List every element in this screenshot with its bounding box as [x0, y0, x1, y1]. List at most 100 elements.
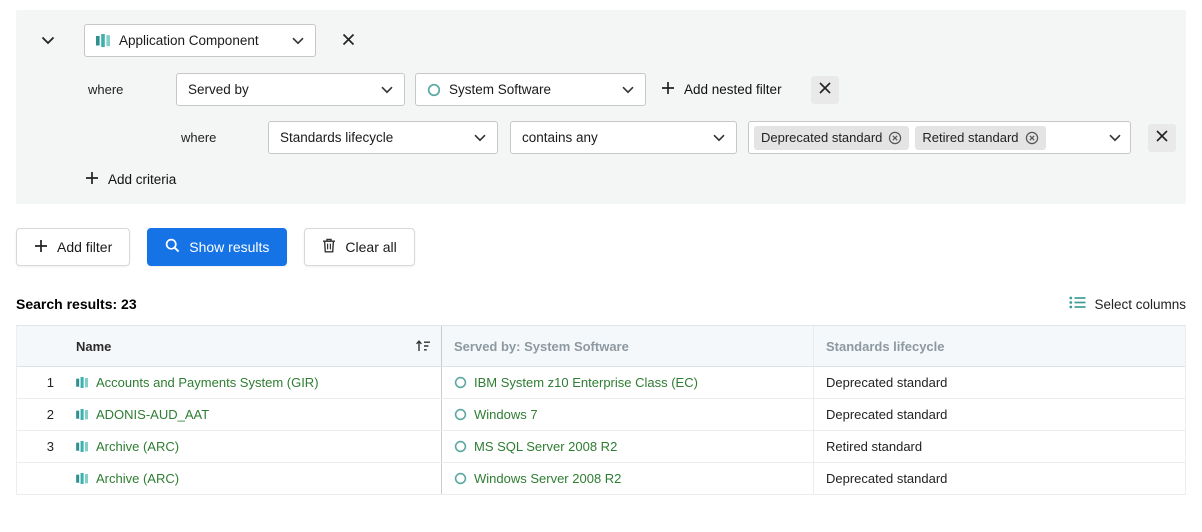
system-software-icon — [427, 83, 441, 97]
add-criteria-button[interactable]: Add criteria — [85, 171, 176, 188]
criteria-field-value: Standards lifecycle — [280, 130, 464, 145]
criteria-row: where Standards lifecycle contains any D… — [16, 121, 1186, 154]
add-filter-label: Add filter — [57, 239, 112, 255]
selected-value-chip[interactable]: Retired standard — [915, 126, 1045, 150]
served-by-link[interactable]: Windows Server 2008 R2 — [454, 471, 621, 486]
chevron-down-icon — [474, 130, 486, 145]
results-table: Name Served by: System Software Standard… — [16, 325, 1186, 495]
served-by-link[interactable]: IBM System z10 Enterprise Class (EC) — [454, 375, 698, 390]
name-link[interactable]: Archive (ARC) — [76, 471, 179, 486]
close-icon — [819, 82, 831, 97]
servedby-link-label: MS SQL Server 2008 R2 — [474, 439, 617, 454]
name-link[interactable]: ADONIS-AUD_AAT — [76, 407, 209, 422]
object-type-select[interactable]: Application Component — [84, 24, 316, 57]
actions-toolbar: Add filter Show results Clear all — [16, 228, 1186, 266]
table-row[interactable]: 3 Archive (ARC) MS SQL Server 2008 R2 — [17, 431, 1185, 463]
show-results-button[interactable]: Show results — [147, 228, 287, 266]
close-icon — [342, 33, 355, 49]
table-row[interactable]: 2 ADONIS-AUD_AAT Windows 7 — [17, 399, 1185, 431]
application-component-icon — [76, 377, 89, 388]
row-number: 2 — [17, 399, 65, 430]
lifecycle-value: Retired standard — [826, 439, 922, 454]
relation-field-value: Served by — [188, 82, 371, 97]
chip-label: Retired standard — [922, 130, 1018, 145]
table-row[interactable]: 1 Accounts and Payments System (GIR) IBM — [17, 367, 1185, 399]
chevron-down-icon — [381, 82, 393, 97]
remove-criteria-button[interactable] — [1148, 124, 1176, 152]
lifecycle-value: Deprecated standard — [826, 471, 947, 486]
chip-label: Deprecated standard — [761, 130, 882, 145]
results-table-body: 1 Accounts and Payments System (GIR) IBM — [17, 367, 1185, 495]
remove-type-filter-button[interactable] — [336, 29, 360, 53]
header-served-by[interactable]: Served by: System Software — [441, 326, 813, 366]
application-component-icon — [76, 409, 89, 420]
chevron-down-icon — [713, 130, 725, 145]
system-software-icon — [454, 440, 467, 453]
table-header-row: Name Served by: System Software Standard… — [17, 326, 1185, 367]
add-nested-filter-label: Add nested filter — [684, 82, 782, 97]
where-label: where — [181, 130, 221, 145]
relation-target-value: System Software — [449, 82, 612, 97]
relation-field-select[interactable]: Served by — [176, 73, 405, 106]
criteria-values-multiselect[interactable]: Deprecated standard Retired standard — [748, 121, 1131, 154]
columns-list-icon — [1069, 296, 1086, 312]
chips-list: Deprecated standard Retired standard — [754, 126, 1109, 150]
where-label: where — [88, 82, 128, 97]
chip-remove-icon[interactable] — [888, 131, 902, 145]
clear-all-label: Clear all — [345, 239, 396, 255]
row-number: 3 — [17, 431, 65, 462]
header-name[interactable]: Name — [65, 326, 441, 366]
sort-ascending-icon[interactable] — [413, 339, 433, 353]
served-by-link[interactable]: MS SQL Server 2008 R2 — [454, 439, 617, 454]
application-component-icon — [96, 34, 111, 47]
select-columns-button[interactable]: Select columns — [1069, 296, 1186, 312]
header-name-label: Name — [76, 339, 111, 354]
trash-icon — [322, 238, 336, 256]
show-results-label: Show results — [189, 239, 269, 255]
header-standards-lifecycle[interactable]: Standards lifecycle — [813, 326, 1185, 366]
system-software-icon — [454, 376, 467, 389]
lifecycle-value: Deprecated standard — [826, 375, 947, 390]
chip-remove-icon[interactable] — [1025, 131, 1039, 145]
clear-all-button[interactable]: Clear all — [304, 228, 414, 266]
filter-type-row: Application Component — [16, 24, 1186, 57]
plus-icon — [661, 81, 675, 98]
chevron-down-icon — [292, 33, 304, 48]
name-link[interactable]: Accounts and Payments System (GIR) — [76, 375, 319, 390]
add-nested-filter-button[interactable]: Add nested filter — [661, 81, 782, 98]
criteria-field-select[interactable]: Standards lifecycle — [268, 121, 498, 154]
selected-value-chip[interactable]: Deprecated standard — [754, 126, 909, 150]
relation-filter-row: where Served by System Software Add nest… — [16, 73, 1186, 106]
servedby-link-label: Windows Server 2008 R2 — [474, 471, 621, 486]
close-icon — [1156, 130, 1168, 145]
name-link-label: Archive (ARC) — [96, 439, 179, 454]
results-bar: Search results: 23 Select columns — [16, 296, 1186, 312]
servedby-link-label: Windows 7 — [474, 407, 538, 422]
servedby-link-label: IBM System z10 Enterprise Class (EC) — [474, 375, 698, 390]
add-criteria-label: Add criteria — [108, 172, 176, 187]
criteria-operator-select[interactable]: contains any — [510, 121, 737, 154]
select-columns-label: Select columns — [1094, 297, 1186, 312]
header-standards-lifecycle-label: Standards lifecycle — [826, 339, 945, 354]
chevron-down-icon — [622, 82, 634, 97]
criteria-operator-value: contains any — [522, 130, 703, 145]
plus-icon — [85, 171, 99, 188]
add-filter-button[interactable]: Add filter — [16, 228, 130, 266]
remove-nested-filter-button[interactable] — [811, 76, 839, 104]
row-number: 1 — [17, 367, 65, 398]
add-criteria-row: Add criteria — [16, 171, 1186, 188]
chevron-down-icon — [1109, 130, 1121, 145]
collapse-filter-button[interactable] — [36, 29, 60, 53]
table-row[interactable]: Archive (ARC) Windows Server 2008 R2 Dep… — [17, 463, 1185, 495]
name-link-label: Archive (ARC) — [96, 471, 179, 486]
name-link-label: Accounts and Payments System (GIR) — [96, 375, 319, 390]
application-component-icon — [76, 441, 89, 452]
name-link[interactable]: Archive (ARC) — [76, 439, 179, 454]
relation-target-select[interactable]: System Software — [415, 73, 646, 106]
served-by-link[interactable]: Windows 7 — [454, 407, 538, 422]
search-icon — [165, 238, 180, 256]
plus-icon — [34, 239, 48, 256]
lifecycle-value: Deprecated standard — [826, 407, 947, 422]
application-component-icon — [76, 473, 89, 484]
chevron-down-icon — [41, 33, 55, 48]
